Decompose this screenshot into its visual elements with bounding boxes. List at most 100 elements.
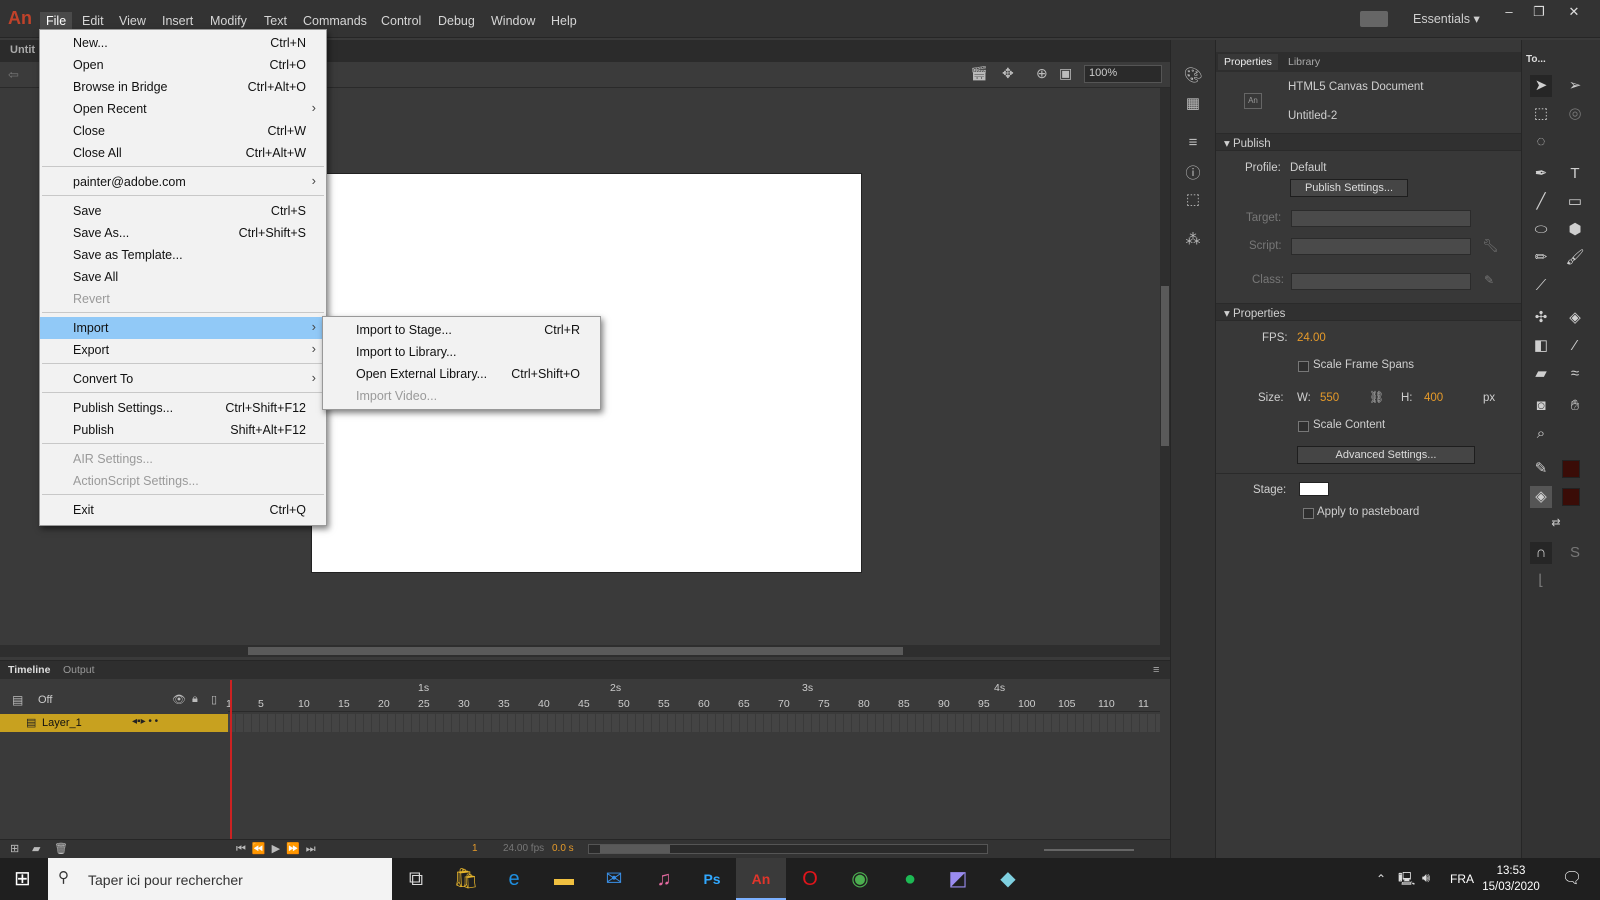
menu-debug[interactable]: Debug xyxy=(432,12,481,30)
hand-tool-icon[interactable]: ✋︎ xyxy=(1564,395,1586,417)
opera-icon[interactable]: O xyxy=(792,864,828,894)
import-menu-item[interactable]: Import to Stage... Ctrl+R xyxy=(323,319,600,341)
language-indicator[interactable]: FRA xyxy=(1450,872,1474,886)
file-menu-item[interactable]: Save as Template... xyxy=(40,244,326,266)
properties-section-header[interactable]: ▾ Properties xyxy=(1216,303,1521,321)
menu-commands[interactable]: Commands xyxy=(297,12,373,30)
text-tool-icon[interactable]: T xyxy=(1564,163,1586,185)
task-view-icon[interactable]: ⧉ xyxy=(398,864,434,894)
mail-icon[interactable]: ✉ xyxy=(596,864,632,894)
clock-date[interactable]: 15/03/2020 xyxy=(1478,881,1544,893)
vertical-scroll-thumb[interactable] xyxy=(1161,286,1169,446)
document-tab[interactable]: Untit xyxy=(10,44,35,56)
back-arrow-icon[interactable]: ⇦ xyxy=(8,67,19,83)
paint-brush-icon[interactable]: 🖌︎ xyxy=(1564,247,1586,269)
import-menu-item[interactable]: Import to Library... xyxy=(323,341,600,363)
menu-control[interactable]: Control xyxy=(375,12,427,30)
smooth-icon[interactable]: S xyxy=(1564,542,1586,564)
outline-icon[interactable]: ▯ xyxy=(211,693,217,706)
align-icon[interactable]: ≡ xyxy=(1182,134,1204,156)
clip-content-icon[interactable]: ▣ xyxy=(1059,65,1072,82)
height-value[interactable]: 400 xyxy=(1424,392,1443,404)
show-hide-icon[interactable]: 👁︎ xyxy=(172,693,186,706)
menu-edit[interactable]: Edit xyxy=(76,12,110,30)
3d-rotation-icon[interactable]: ◎ xyxy=(1564,103,1586,125)
clapper-icon[interactable]: 🎬︎ xyxy=(970,65,988,82)
rectangle-tool-icon[interactable]: ▭ xyxy=(1564,191,1586,213)
file-menu-item[interactable]: Exit Ctrl+Q xyxy=(40,499,326,521)
file-menu-item[interactable]: Save All xyxy=(40,266,326,288)
new-layer-icon[interactable]: ⊞ xyxy=(10,842,19,855)
info-icon[interactable]: ⓘ xyxy=(1182,162,1204,184)
playhead[interactable] xyxy=(230,680,232,840)
menu-text[interactable]: Text xyxy=(258,12,293,30)
edge-icon[interactable]: e xyxy=(496,864,532,894)
edit-symbols-icon[interactable]: ✥ xyxy=(1002,65,1014,82)
playback-controls-icon[interactable]: ⏮⏪▶⏩⏭ xyxy=(236,842,322,856)
script-select[interactable] xyxy=(1291,238,1471,255)
width-tool-icon[interactable]: ≈ xyxy=(1564,363,1586,385)
wrench-icon[interactable]: 🔧︎ xyxy=(1482,238,1499,254)
advanced-settings-button[interactable]: Advanced Settings... xyxy=(1297,446,1475,464)
file-menu-item[interactable]: painter@adobe.com › xyxy=(40,171,326,193)
brush-tool-icon[interactable]: ⟋ xyxy=(1530,275,1552,297)
motion-presets-icon[interactable]: ⁂ xyxy=(1182,230,1204,252)
onion-skin-status[interactable]: Off xyxy=(38,694,52,706)
stroke-color-icon[interactable]: ✎ xyxy=(1530,458,1552,480)
close-button[interactable]: ✕ xyxy=(1560,4,1588,24)
file-menu-item[interactable]: Open Recent › xyxy=(40,98,326,120)
fps-value[interactable]: 24.00 xyxy=(1297,332,1326,344)
width-value[interactable]: 550 xyxy=(1320,392,1339,404)
ink-bottle-icon[interactable]: ◧ xyxy=(1530,335,1552,357)
swatches-icon[interactable]: ▦ xyxy=(1182,94,1204,116)
swap-colors-icon[interactable]: ⇄ xyxy=(1545,512,1567,534)
file-menu-item[interactable]: Save As... Ctrl+Shift+S xyxy=(40,222,326,244)
tab-properties[interactable]: Properties xyxy=(1218,54,1278,70)
panel-menu-icon[interactable]: ≡ xyxy=(1153,664,1159,676)
itunes-icon[interactable]: ♫ xyxy=(646,864,682,894)
file-menu-item[interactable]: Import › xyxy=(40,317,326,339)
stage-color-swatch[interactable] xyxy=(1299,482,1329,496)
link-icon[interactable]: ⛓︎ xyxy=(1369,390,1384,404)
class-field[interactable] xyxy=(1291,273,1471,290)
media-encoder-icon[interactable]: ◩ xyxy=(940,864,976,894)
import-menu-item[interactable]: Open External Library... Ctrl+Shift+O xyxy=(323,363,600,385)
new-folder-icon[interactable]: ▰ xyxy=(32,842,40,855)
transform-icon[interactable]: ⬚ xyxy=(1182,190,1204,212)
volume-icon[interactable]: 🔊︎ xyxy=(1422,870,1430,886)
tab-output[interactable]: Output xyxy=(63,664,95,676)
subselection-tool-icon[interactable]: ➢ xyxy=(1564,75,1586,97)
publish-settings-button[interactable]: Publish Settings... xyxy=(1290,179,1408,197)
scale-frame-spans-checkbox[interactable] xyxy=(1298,361,1309,372)
zoom-tool-icon[interactable]: ⌕ xyxy=(1530,423,1552,445)
oval-tool-icon[interactable]: ⬭ xyxy=(1530,219,1552,241)
timeline-scroll-thumb[interactable] xyxy=(600,845,670,853)
layer-name[interactable]: Layer_1 xyxy=(42,717,82,729)
file-menu-item[interactable]: Close Ctrl+W xyxy=(40,120,326,142)
restore-button[interactable]: ❐ xyxy=(1525,4,1553,24)
clock-time[interactable]: 13:53 xyxy=(1486,865,1536,877)
center-stage-icon[interactable]: ⊕ xyxy=(1036,65,1048,82)
paint-bucket-icon[interactable]: ◈ xyxy=(1564,307,1586,329)
selection-tool-icon[interactable]: ➤ xyxy=(1530,75,1552,97)
menu-modify[interactable]: Modify xyxy=(204,12,253,30)
delete-layer-icon[interactable]: 🗑︎ xyxy=(54,842,68,855)
lasso-tool-icon[interactable]: ◌ xyxy=(1530,131,1552,153)
pencil-icon[interactable]: ✎ xyxy=(1484,273,1494,287)
current-frame[interactable]: 1 xyxy=(472,843,478,854)
windows-start-icon[interactable]: ⊞ xyxy=(14,866,31,891)
app-icon[interactable]: ◆ xyxy=(990,864,1026,894)
free-transform-icon[interactable]: ⬚ xyxy=(1530,103,1552,125)
publish-section-header[interactable]: ▾ Publish xyxy=(1216,133,1521,151)
straighten-icon[interactable]: ⌊ xyxy=(1530,570,1552,592)
pencil-tool-icon[interactable]: ✏ xyxy=(1530,247,1552,269)
tab-timeline[interactable]: Timeline xyxy=(8,664,50,676)
file-menu-item[interactable]: Export › xyxy=(40,339,326,361)
stroke-color-swatch[interactable] xyxy=(1562,460,1580,478)
menu-view[interactable]: View xyxy=(113,12,152,30)
file-menu-item[interactable]: Browse in Bridge Ctrl+Alt+O xyxy=(40,76,326,98)
scale-content-checkbox[interactable] xyxy=(1298,421,1309,432)
show-hidden-icons-icon[interactable]: ⌃ xyxy=(1376,872,1386,886)
network-icon[interactable]: 🖳︎ xyxy=(1398,870,1415,892)
file-menu-item[interactable]: Convert To › xyxy=(40,368,326,390)
